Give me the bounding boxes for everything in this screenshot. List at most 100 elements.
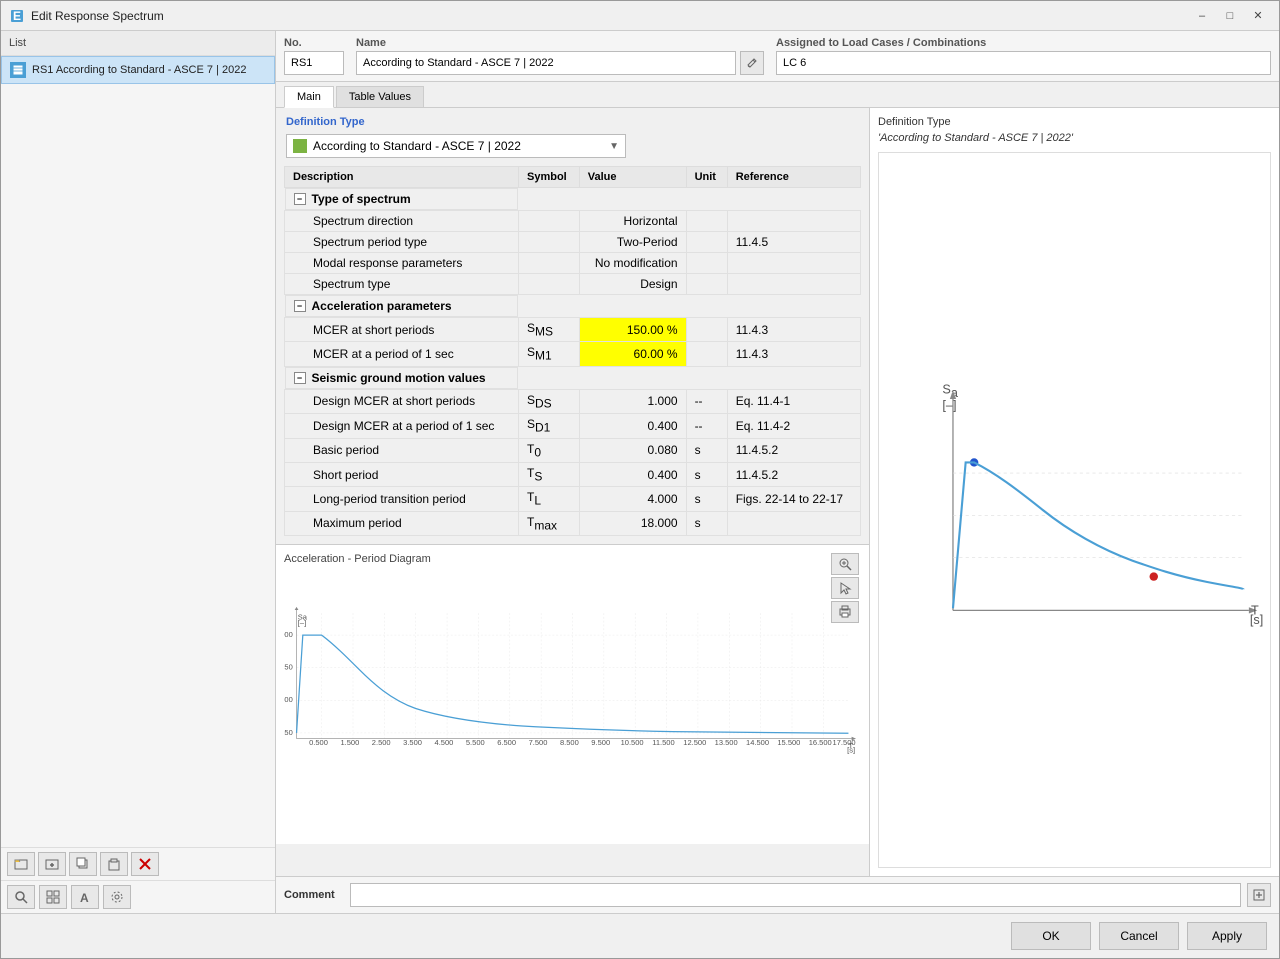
col-description: Description [285,167,519,188]
chart-cursor-button[interactable] [831,577,859,599]
cell-symbol: SDS [518,389,579,413]
cell-desc: Long-period transition period [285,487,519,511]
cell-symbol: TL [518,487,579,511]
folder-open-button[interactable] [7,852,35,876]
cell-symbol [518,253,579,274]
cell-desc: Modal response parameters [285,253,519,274]
cell-value-mcer-1sec[interactable]: 60.00 % [579,342,686,366]
name-input[interactable] [356,51,736,75]
assigned-label: Assigned to Load Cases / Combinations [776,37,1271,49]
main-window: E Edit Response Spectrum – □ ✕ List RS1 … [0,0,1280,959]
cell-unit: s [686,438,727,462]
row-mcer-1sec: MCER at a period of 1 sec SM1 60.00 % 11… [285,342,861,366]
maximize-button[interactable]: □ [1217,6,1243,26]
row-modal-response: Modal response parameters No modificatio… [285,253,861,274]
tab-table-values[interactable]: Table Values [336,86,424,107]
cell-unit [686,342,727,366]
search-button[interactable] [7,885,35,909]
cell-desc: MCER at short periods [285,318,519,342]
footer: OK Cancel Apply [1,913,1279,958]
chart-title: Acceleration - Period Diagram [284,553,861,565]
cell-symbol [518,274,579,295]
svg-text:[s]: [s] [1250,613,1263,627]
cell-unit [686,253,727,274]
col-unit: Unit [686,167,727,188]
row-design-mcer-short: Design MCER at short periods SDS 1.000 -… [285,389,861,413]
bottom-chart-svg: Sa [–] 1.000 0.750 0.500 0.250 [284,569,861,789]
svg-text:1.000: 1.000 [284,630,293,639]
cell-ref: 11.4.3 [727,318,860,342]
list-item-icon [10,62,26,78]
svg-text:E: E [13,9,21,23]
no-input[interactable] [284,51,344,75]
cell-value-mcer-short[interactable]: 150.00 % [579,318,686,342]
cell-unit: s [686,487,727,511]
ok-button[interactable]: OK [1011,922,1091,950]
svg-text:12.500: 12.500 [683,738,706,747]
list-item[interactable]: RS1 According to Standard - ASCE 7 | 202… [1,56,275,84]
main-content: List RS1 According to Standard - ASCE 7 … [1,31,1279,913]
assigned-value: LC 6 [776,51,1271,75]
cell-ref [727,511,860,535]
copy-button[interactable] [69,852,97,876]
chart-zoom-button[interactable] [831,553,859,575]
cell-symbol: T0 [518,438,579,462]
collapse-seismic-btn[interactable]: − [294,372,306,384]
grid-button[interactable] [39,885,67,909]
text-button[interactable]: A [71,885,99,909]
cell-symbol [518,232,579,253]
row-mcer-short: MCER at short periods SMS 150.00 % 11.4.… [285,318,861,342]
cell-ref [727,274,860,295]
cell-value: Horizontal [579,211,686,232]
svg-text:13.500: 13.500 [715,738,738,747]
def-type-color [293,139,307,153]
collapse-type-btn[interactable]: − [294,193,306,205]
cell-symbol: SMS [518,318,579,342]
name-edit-button[interactable] [740,51,764,75]
svg-text:14.500: 14.500 [746,738,769,747]
cell-ref [727,211,860,232]
cell-symbol [518,211,579,232]
cell-unit [686,274,727,295]
close-button[interactable]: ✕ [1245,6,1271,26]
no-field-group: No. [284,37,344,75]
cell-ref: 11.4.5.2 [727,462,860,486]
cell-value: 1.000 [579,389,686,413]
row-short-period: Short period TS 0.400 s 11.4.5.2 [285,462,861,486]
cancel-button[interactable]: Cancel [1099,922,1179,950]
table-wrapper: Description Symbol Value Unit Reference [276,166,869,544]
window-title: Edit Response Spectrum [31,9,1189,23]
svg-text:8.500: 8.500 [560,738,579,747]
cell-symbol: Tmax [518,511,579,535]
folder-new-button[interactable] [38,852,66,876]
row-max-period: Maximum period Tmax 18.000 s [285,511,861,535]
tab-main[interactable]: Main [284,86,334,108]
name-label: Name [356,37,764,49]
chart-print-button[interactable] [831,601,859,623]
cell-unit: -- [686,414,727,438]
def-type-select[interactable]: According to Standard - ASCE 7 | 2022 ▼ [286,134,626,158]
svg-text:9.500: 9.500 [591,738,610,747]
def-type-value: According to Standard - ASCE 7 | 2022 [313,139,521,153]
apply-button[interactable]: Apply [1187,922,1267,950]
cell-ref: Figs. 22-14 to 22-17 [727,487,860,511]
section-label-type: − Type of spectrum [285,188,519,210]
minimize-button[interactable]: – [1189,6,1215,26]
comment-add-button[interactable] [1247,883,1271,907]
def-type-section-title: Definition Type [276,108,869,132]
delete-button[interactable] [131,852,159,876]
paste-button[interactable] [100,852,128,876]
settings-button[interactable] [103,885,131,909]
cell-value: 0.080 [579,438,686,462]
collapse-accel-btn[interactable]: − [294,300,306,312]
svg-text:5.500: 5.500 [466,738,485,747]
svg-text:7.500: 7.500 [529,738,548,747]
params-table: Description Symbol Value Unit Reference [284,166,861,536]
col-reference: Reference [727,167,860,188]
svg-text:0.500: 0.500 [284,695,293,704]
svg-text:16.500: 16.500 [809,738,832,747]
comment-input[interactable] [350,883,1241,907]
assigned-field-group: Assigned to Load Cases / Combinations LC… [776,37,1271,75]
bottom-chart-section: Acceleration - Period Diagram Sa [–] 1.0… [276,544,869,844]
section-row-accel: − Acceleration parameters [285,295,861,318]
